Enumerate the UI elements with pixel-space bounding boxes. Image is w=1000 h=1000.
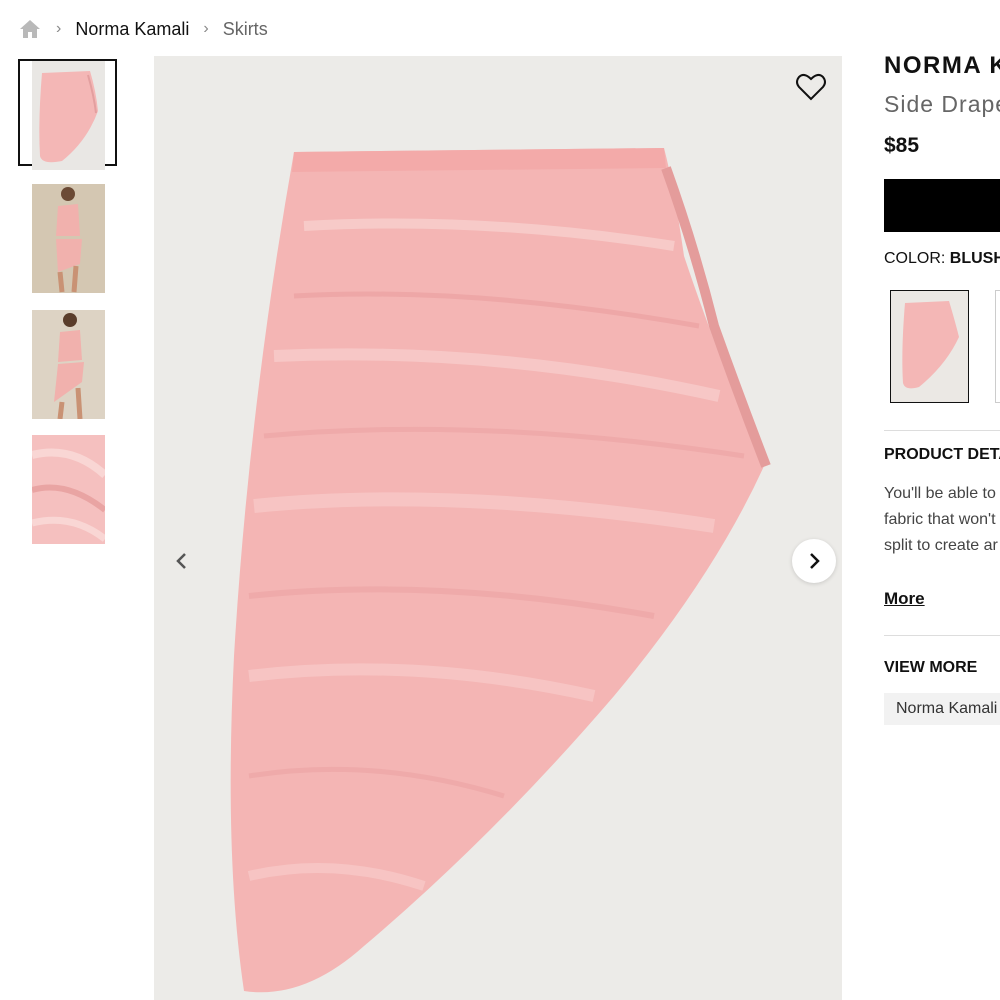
color-selector-label: COLOR: BLUSH — [884, 250, 1000, 268]
chevron-left-icon[interactable] — [166, 545, 198, 577]
view-more-tag[interactable]: Norma Kamali — [884, 693, 1000, 725]
breadcrumb: › Norma Kamali › Skirts — [18, 16, 268, 42]
product-price: $85 — [884, 134, 920, 157]
chevron-right-icon: › — [56, 20, 62, 37]
breadcrumb-link-brand[interactable]: Norma Kamali — [75, 19, 189, 40]
color-swatch-blush[interactable] — [890, 290, 969, 403]
product-description: You'll be able to fabric that won't spli… — [884, 481, 998, 559]
divider — [884, 430, 1000, 431]
description-line: split to create ar — [884, 537, 998, 554]
breadcrumb-current-category[interactable]: Skirts — [223, 19, 268, 40]
color-label: COLOR: — [884, 250, 946, 267]
description-line: fabric that won't — [884, 511, 996, 528]
view-more-title: VIEW MORE — [884, 659, 978, 676]
add-to-bag-button[interactable] — [884, 179, 1000, 232]
main-product-image — [154, 56, 842, 1000]
divider — [884, 635, 1000, 636]
product-details-title[interactable]: PRODUCT DETA — [884, 446, 1000, 464]
description-line: You'll be able to — [884, 485, 996, 502]
heart-icon[interactable] — [795, 72, 827, 102]
product-name: Side Drape — [884, 91, 1000, 117]
color-value: BLUSH — [949, 250, 1000, 267]
color-swatch-other[interactable] — [995, 290, 1000, 403]
thumbnail-model-front[interactable] — [32, 184, 105, 293]
product-brand: NORMA K — [884, 52, 1000, 79]
chevron-right-icon: › — [203, 20, 209, 37]
chevron-right-icon[interactable] — [792, 539, 836, 583]
home-icon[interactable] — [18, 18, 42, 40]
thumbnail-fabric-detail[interactable] — [32, 435, 105, 544]
thumbnail-model-side[interactable] — [32, 310, 105, 419]
more-link[interactable]: More — [884, 589, 925, 609]
thumbnail-skirt-front[interactable] — [32, 61, 105, 170]
